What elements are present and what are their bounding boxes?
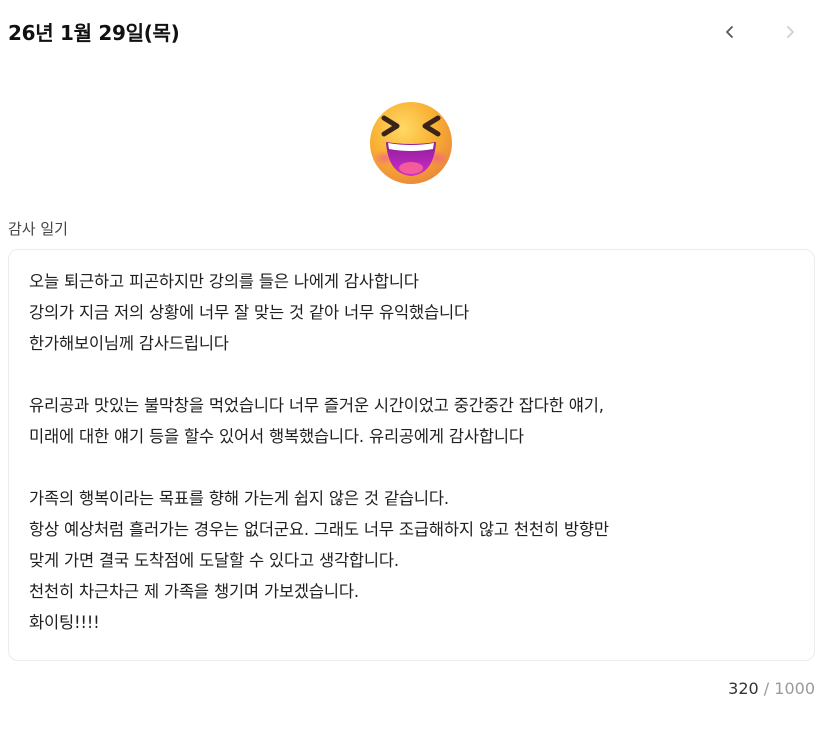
diary-line: 천천히 차근차근 제 가족을 챙기며 가보겠습니다.: [29, 582, 359, 601]
diary-line: 강의가 지금 저의 상황에 너무 잘 맞는 것 같아 너무 유익했습니다: [29, 303, 469, 322]
section-label: 감사 일기: [8, 220, 68, 238]
character-count-current: 320: [728, 679, 759, 698]
diary-text-area[interactable]: 오늘 퇴근하고 피곤하지만 강의를 들은 나에게 감사합니다 강의가 지금 저의…: [8, 249, 815, 661]
date-title: 26년 1월 29일(목): [8, 21, 180, 45]
mood-emoji[interactable]: [366, 98, 456, 188]
grinning-squinting-face-icon: [370, 102, 452, 184]
diary-line: 맞게 가면 결국 도착점에 도달할 수 있다고 생각합니다.: [29, 551, 399, 570]
diary-line: [29, 359, 794, 390]
header: 26년 1월 29일(목): [0, 0, 835, 70]
diary-line: 유리공과 맛있는 불막창을 먹었습니다 너무 즐거운 시간이었고 중간중간 잡다…: [29, 396, 604, 415]
diary-line: 가족의 행복이라는 목표를 향해 가는게 쉽지 않은 것 같습니다.: [29, 489, 449, 508]
diary-line: 오늘 퇴근하고 피곤하지만 강의를 들은 나에게 감사합니다: [29, 272, 419, 291]
diary-page: 26년 1월 29일(목) 감사 일기 오늘 퇴근하고 피곤하지만 강의를 들은…: [0, 0, 835, 742]
diary-line: 미래에 대한 얘기 등을 할수 있어서 행복했습니다. 유리공에게 감사합니다: [29, 427, 524, 446]
character-count-max: 1000: [774, 679, 815, 698]
chevron-left-icon: [726, 26, 733, 38]
diary-line: 항상 예상처럼 흘러가는 경우는 없더군요. 그래도 너무 조급해하지 않고 천…: [29, 520, 609, 539]
next-day-button[interactable]: [776, 18, 804, 46]
diary-line: [29, 452, 794, 483]
character-count-separator: /: [758, 679, 775, 698]
diary-line: 화이팅!!!!: [29, 613, 100, 632]
previous-day-button[interactable]: [716, 18, 744, 46]
chevron-right-icon: [787, 26, 794, 38]
diary-line: 한가해보이님께 감사드립니다: [29, 334, 229, 353]
character-counter: 320 / 1000: [728, 679, 815, 698]
